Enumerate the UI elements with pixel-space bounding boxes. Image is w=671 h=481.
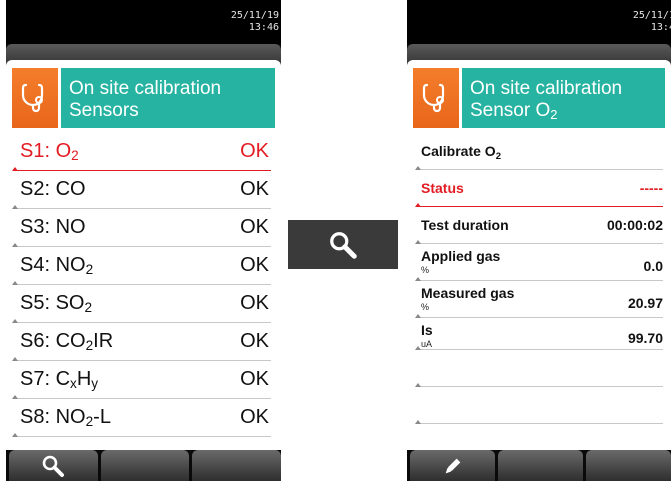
sensors-screen: 25/11/19 13:46 On site calibration Senso… — [6, 0, 281, 481]
softkey-1[interactable] — [410, 450, 495, 481]
sensor-label: S4: NO2 — [20, 254, 94, 277]
stethoscope-icon — [413, 68, 459, 128]
measured-gas-label: Measured gas — [421, 285, 515, 301]
sensor-label: S1: O2 — [20, 140, 79, 163]
page-title: On site calibration Sensor O2 — [462, 68, 665, 128]
calibrate-label: Calibrate O2 — [421, 143, 501, 162]
sensor-label: S5: SO2 — [20, 292, 93, 315]
status-label: Status — [421, 180, 464, 196]
measured-gas-unit: % — [421, 302, 430, 312]
sensor-status: OK — [240, 368, 269, 390]
sensor-label: S7: CxHy — [20, 368, 99, 391]
status-bar: 25/11/19 13:46 — [6, 0, 281, 44]
page-title-line1: On site calibration — [470, 78, 623, 99]
clock-time: 13:47 — [650, 22, 671, 33]
applied-gas-row[interactable]: Applied gas % 0.0 — [415, 244, 663, 281]
sensor-label: S8: NO2-L — [20, 406, 111, 429]
sensor-label: S3: NO — [20, 216, 86, 238]
page-title-line1: On site calibration — [69, 78, 222, 99]
status-value: ----- — [639, 180, 663, 196]
sensor-status: OK — [240, 216, 269, 238]
zoom-button[interactable] — [288, 220, 398, 269]
is-value: 99.70 — [627, 330, 663, 346]
clock-date: 25/11/19 — [230, 10, 279, 21]
sensor-row-s8[interactable]: S8: NO2-L OK — [12, 399, 271, 437]
test-duration-label: Test duration — [421, 217, 509, 233]
test-duration-row[interactable]: Test duration 00:00:02 — [415, 207, 663, 244]
is-label: Is — [421, 322, 433, 338]
applied-gas-label: Applied gas — [421, 248, 501, 264]
measured-gas-row[interactable]: Measured gas % 20.97 — [415, 281, 663, 318]
pencil-icon — [445, 458, 460, 473]
softkey-bar — [407, 450, 671, 481]
stethoscope-icon — [12, 68, 58, 128]
sensor-status: OK — [240, 140, 269, 162]
sensor-row-s1[interactable]: S1: O2 OK — [12, 133, 271, 171]
content-panel: On site calibration Sensor O2 Calibrate … — [407, 60, 671, 461]
sensor-status: OK — [240, 406, 269, 428]
empty-row — [415, 387, 663, 424]
sensor-status: OK — [240, 330, 269, 352]
clock: 25/11/19 13:46 — [231, 10, 279, 34]
measured-gas-value: 20.97 — [627, 295, 663, 311]
sensor-list: S1: O2 OK S2: CO OK S3: NO OK S4: NO2 OK… — [12, 133, 271, 437]
clock-date: 25/11/19 — [632, 10, 671, 21]
calibrate-row[interactable]: Calibrate O2 — [415, 133, 663, 170]
search-icon — [330, 231, 357, 259]
status-row[interactable]: Status ----- — [415, 170, 663, 207]
sensor-status: OK — [240, 178, 269, 200]
sensor-row-s3[interactable]: S3: NO OK — [12, 209, 271, 247]
page-title: On site calibration Sensors — [61, 68, 275, 128]
sensor-label: S2: CO — [20, 178, 86, 200]
page-title-line2: Sensors — [69, 100, 139, 121]
is-row[interactable]: Is uA 99.70 — [415, 318, 663, 350]
empty-row — [415, 350, 663, 387]
clock: 25/11/19 13:47 — [633, 10, 671, 34]
sensor-row-s7[interactable]: S7: CxHy OK — [12, 361, 271, 399]
clock-time: 13:46 — [248, 22, 279, 33]
page-title-line2: Sensor O2 — [470, 100, 558, 122]
softkey-3[interactable] — [586, 450, 671, 481]
softkey-bar — [6, 450, 281, 481]
sensor-status: OK — [240, 254, 269, 276]
search-icon — [43, 455, 65, 477]
softkey-1[interactable] — [9, 450, 98, 481]
softkey-2[interactable] — [498, 450, 583, 481]
is-unit: uA — [421, 339, 433, 349]
sensor-row-s4[interactable]: S4: NO2 OK — [12, 247, 271, 285]
softkey-3[interactable] — [192, 450, 281, 481]
status-bar: 25/11/19 13:47 — [407, 0, 671, 44]
applied-gas-unit: % — [421, 265, 430, 275]
content-panel: On site calibration Sensors S1: O2 OK S2… — [6, 60, 281, 451]
sensor-row-s2[interactable]: S2: CO OK — [12, 171, 271, 209]
sensor-label: S6: CO2IR — [20, 330, 114, 353]
page-header: On site calibration Sensors — [12, 68, 275, 128]
sensor-row-s5[interactable]: S5: SO2 OK — [12, 285, 271, 323]
applied-gas-value: 0.0 — [643, 258, 663, 274]
sensor-row-s6[interactable]: S6: CO2IR OK — [12, 323, 271, 361]
page-header: On site calibration Sensor O2 — [413, 68, 665, 128]
calibration-list: Calibrate O2 Status ----- Test duration … — [415, 133, 663, 461]
sensor-status: OK — [240, 292, 269, 314]
sensor-detail-screen: 25/11/19 13:47 On site calibration Senso… — [407, 0, 671, 481]
test-duration-value: 00:00:02 — [606, 217, 663, 233]
softkey-2[interactable] — [100, 450, 190, 481]
